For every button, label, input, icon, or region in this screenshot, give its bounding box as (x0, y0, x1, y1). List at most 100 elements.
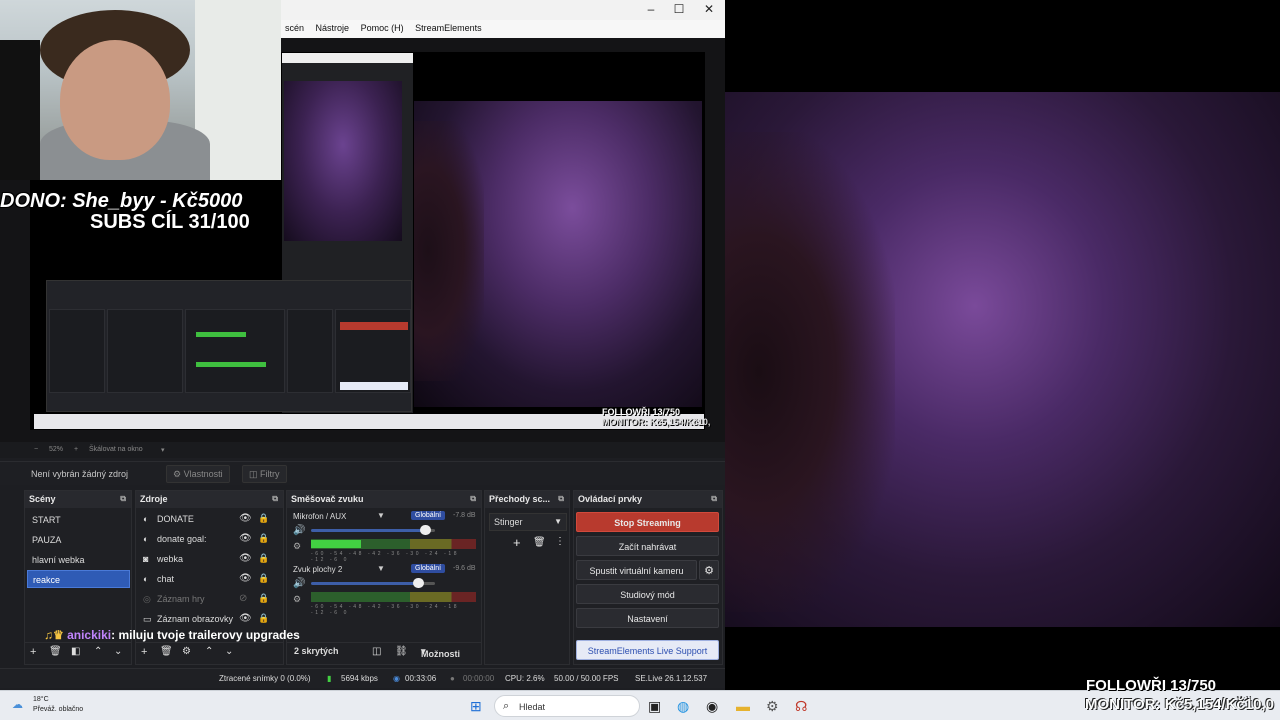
headset-icon[interactable]: ☊ (795, 698, 807, 714)
task-view-icon[interactable]: ▣ (648, 698, 661, 714)
source-name: DONATE (157, 514, 194, 524)
scenes-toolbar: + 🗑 ◧ ⌃ ⌄ (25, 642, 131, 664)
scale-mode[interactable]: Škálovat na okno (89, 446, 143, 453)
start-recording-button[interactable]: Začít nahrávat (576, 536, 719, 556)
popout-icon[interactable]: ⧉ (558, 494, 564, 504)
menu-help[interactable]: Pomoc (H) (357, 20, 409, 33)
source-item[interactable]: ◐ DONATE 👁 🔒 (140, 510, 274, 529)
menu-streamelements[interactable]: StreamElements (411, 20, 487, 33)
menu-tools[interactable]: Nástroje (312, 20, 355, 33)
zoom-level: 52% (49, 446, 64, 453)
link-icon[interactable]: ⛓ (395, 646, 408, 657)
scene-pauza[interactable]: PAUZA (27, 531, 130, 549)
hidden-count[interactable]: 2 skrytých (294, 646, 339, 656)
webcam-overlay (0, 0, 281, 180)
scene-reakce[interactable]: reakce (27, 570, 130, 588)
transition-select[interactable]: Stinger ▼ (489, 513, 567, 531)
minimize-button[interactable]: – (641, 2, 661, 16)
chevron-down-icon[interactable]: ▼ (377, 564, 385, 573)
speaker-icon[interactable]: 🔊 (293, 578, 305, 589)
volume-track[interactable] (311, 582, 418, 585)
meter-scale: -60 -54 -48 -42 -36 -30 -24 -18 -12 -6 0 (311, 604, 460, 616)
properties-button[interactable]: ⚙ Vlastnosti (166, 465, 230, 483)
volume-slider[interactable] (413, 578, 424, 588)
popout-icon[interactable]: ⧉ (711, 494, 717, 504)
lock-icon[interactable]: 🔒 (258, 533, 269, 544)
scale-dropdown-icon[interactable]: ▾ (161, 446, 165, 454)
start-virtual-camera-button[interactable]: Spustit virtuální kameru (576, 560, 697, 580)
filters-label: Filtry (260, 469, 280, 479)
properties-bar: Není vybrán žádný zdroj ⚙ Vlastnosti ◫ F… (0, 461, 725, 485)
zoom-in-button[interactable]: + (74, 446, 78, 453)
browser-source-icon: ◐ (143, 574, 149, 584)
mixer-title: Směšovač zvuku (291, 494, 364, 504)
scene-filters-button[interactable]: ◧ (71, 646, 80, 657)
folder-icon[interactable]: ▬ (736, 698, 750, 714)
eye-icon[interactable]: 👁 (239, 533, 252, 544)
remove-transition-button[interactable]: 🗑 (533, 537, 546, 548)
move-up-button[interactable]: ⌃ (94, 646, 102, 657)
volume-slider[interactable] (420, 525, 431, 535)
remove-scene-button[interactable]: 🗑 (49, 646, 62, 657)
move-up-button[interactable]: ⌃ (205, 646, 213, 657)
edge-icon[interactable]: ◍ (677, 698, 689, 714)
stream-preview-large (725, 92, 1280, 627)
mini-obs-capture (46, 280, 412, 412)
settings-button[interactable]: Nastavení (576, 608, 719, 628)
record-icon: ● (450, 674, 455, 683)
settings-icon[interactable]: ⚙ (766, 698, 779, 714)
add-scene-button[interactable]: + (30, 646, 36, 658)
filters-button[interactable]: ◫ Filtry (242, 465, 287, 483)
mixer-settings-icon[interactable]: ⚙ (293, 541, 301, 552)
live-support-button[interactable]: StreamElements Live Support (576, 640, 719, 660)
transitions-dock: Přechody sc... ⧉ Stinger ▼ + 🗑 ⋮ (484, 490, 570, 665)
zoom-out-button[interactable]: − (34, 446, 38, 453)
add-source-button[interactable]: + (141, 646, 147, 658)
add-transition-button[interactable]: + (513, 535, 521, 550)
options-button[interactable]: Možnosti ▾ (421, 646, 460, 659)
search-box[interactable]: ⌕ Hledat (494, 695, 640, 717)
remove-source-button[interactable]: 🗑 (160, 646, 173, 657)
chevron-down-icon[interactable]: ▼ (377, 511, 385, 520)
source-item[interactable]: ▭ Záznam obrazovky 👁 🔒 (140, 610, 274, 629)
move-down-button[interactable]: ⌄ (114, 646, 122, 657)
source-item[interactable]: ◐ chat 👁 🔒 (140, 570, 274, 589)
mixer-settings-icon[interactable]: ⚙ (293, 594, 301, 605)
layout-icon[interactable]: ◫ (372, 646, 381, 657)
maximize-button[interactable]: ☐ (669, 2, 689, 16)
scene-start[interactable]: START (27, 511, 130, 529)
scene-hlavni-webka[interactable]: hlavní webka (27, 551, 130, 569)
lock-icon[interactable]: 🔒 (258, 573, 269, 584)
stop-streaming-button[interactable]: Stop Streaming (576, 512, 719, 532)
source-item[interactable]: ◙ webka 👁 🔒 (140, 550, 274, 569)
popout-icon[interactable]: ⧉ (272, 494, 278, 504)
eye-icon[interactable]: 👁 (239, 613, 252, 624)
lock-icon[interactable]: 🔒 (258, 593, 269, 604)
transition-value: Stinger (494, 517, 523, 527)
lock-icon[interactable]: 🔒 (258, 513, 269, 524)
volume-track[interactable] (311, 529, 425, 532)
sources-header: Zdroje ⧉ (136, 491, 283, 508)
windows-start-icon[interactable]: ⊞ (470, 698, 482, 714)
follow-overlay-small: FOLLOWŘI 13/750 (602, 407, 681, 417)
source-item[interactable]: ◐ donate goal: 👁 🔒 (140, 530, 274, 549)
eye-icon[interactable]: 👁 (239, 513, 252, 524)
eye-hidden-icon[interactable]: ⊘ (239, 593, 247, 604)
obs-icon[interactable]: ◉ (706, 698, 718, 714)
global-badge: Globální (411, 511, 446, 520)
eye-icon[interactable]: 👁 (239, 553, 252, 564)
source-settings-button[interactable]: ⚙ (182, 646, 191, 657)
popout-icon[interactable]: ⧉ (470, 494, 476, 504)
move-down-button[interactable]: ⌄ (225, 646, 233, 657)
menu-scene[interactable]: scén (281, 20, 309, 33)
close-button[interactable]: ✕ (699, 2, 719, 16)
speaker-icon[interactable]: 🔊 (293, 525, 305, 536)
studio-mode-button[interactable]: Studiový mód (576, 584, 719, 604)
lock-icon[interactable]: 🔒 (258, 553, 269, 564)
source-item[interactable]: ◎ Záznam hry ⊘ 🔒 (140, 590, 274, 609)
virtual-camera-settings-button[interactable]: ⚙ (699, 560, 719, 580)
eye-icon[interactable]: 👁 (239, 573, 252, 584)
popout-icon[interactable]: ⧉ (120, 494, 126, 504)
more-options-icon[interactable]: ⋮ (555, 536, 565, 547)
lock-icon[interactable]: 🔒 (258, 613, 269, 624)
